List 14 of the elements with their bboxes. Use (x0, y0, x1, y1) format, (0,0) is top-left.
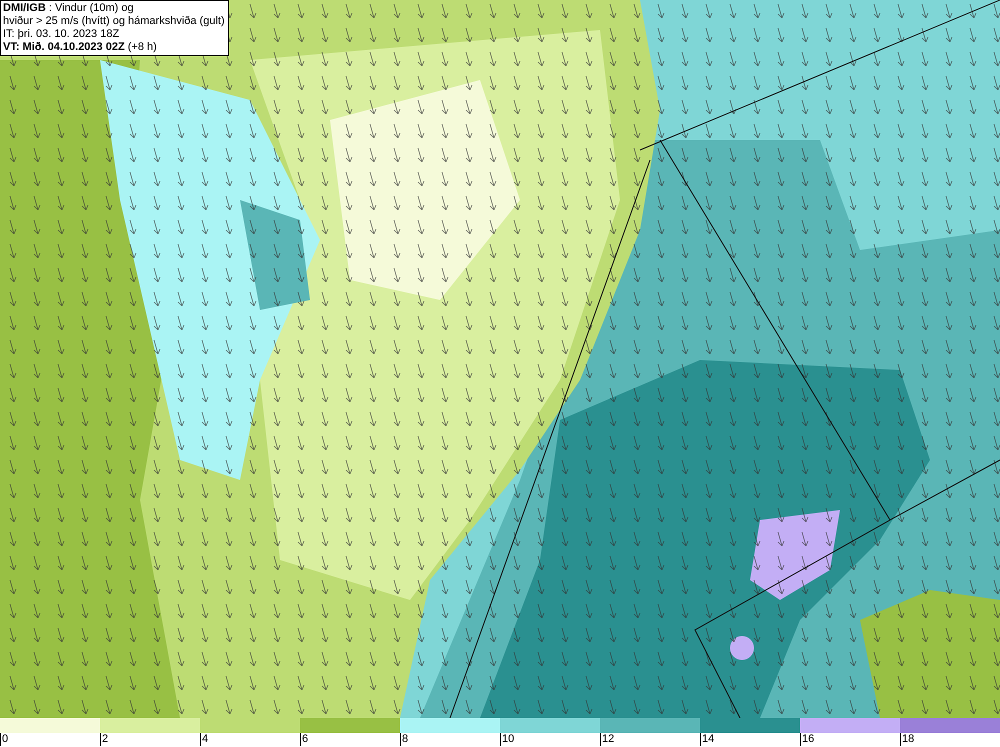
title-line: VT: Mið. 04.10.2023 02Z (+8 h) (3, 41, 158, 54)
legend-label: 14 (700, 733, 714, 746)
legend-label: 0 (0, 733, 8, 746)
title-line: hviður > 25 m/s (hvítt) og hámarkshviða (gult) (3, 15, 226, 28)
legend-label: 18 (900, 733, 914, 746)
legend-label: 6 (300, 733, 308, 746)
legend-label: 16 (800, 733, 814, 746)
legend-label: 8 (400, 733, 408, 746)
title-line: DMI/IGB : Vindur (10m) og (3, 2, 135, 15)
legend-label: 10 (500, 733, 514, 746)
legend-label: 2 (100, 733, 108, 746)
legend-label: 12 (600, 733, 614, 746)
title-line: IT: þri. 03. 10. 2023 18Z (3, 28, 120, 41)
legend-label: 4 (200, 733, 208, 746)
